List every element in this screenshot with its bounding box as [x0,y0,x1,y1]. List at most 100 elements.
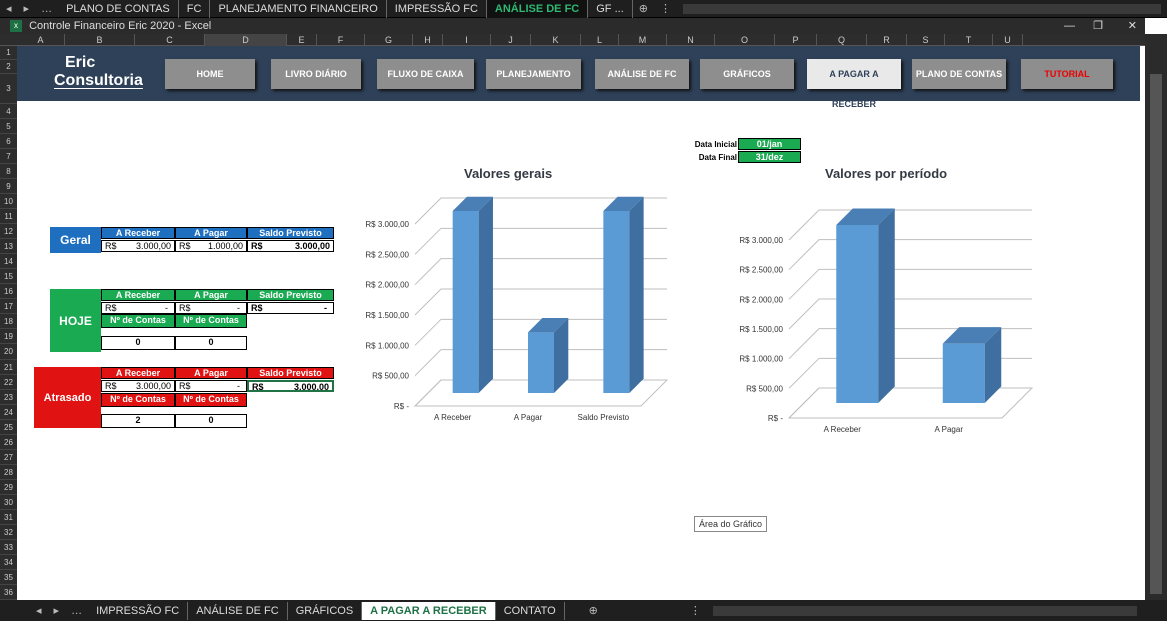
atrasado-saldo-cell-selected[interactable]: R$ 3.000,00 [247,380,334,392]
scroll-left-icon[interactable]: ◂ [30,604,48,617]
row-header-2[interactable]: 2 [0,60,17,74]
row-header-33[interactable]: 33 [0,540,17,555]
row-header-31[interactable]: 31 [0,510,17,525]
atrasado-contas-receber-value[interactable]: 2 [101,414,175,428]
row-header-10[interactable]: 10 [0,194,17,210]
geral-saldo-cell[interactable]: R$ 3.000,00 [247,240,334,252]
bar-saldo-previsto[interactable] [603,211,630,393]
column-header-K[interactable]: K [531,34,581,46]
column-header-S[interactable]: S [907,34,945,46]
nav-plano-de-contas-button[interactable]: PLANO DE CONTAS [912,59,1006,89]
tab-plano-de-contas[interactable]: PLANO DE CONTAS [58,0,179,18]
row-header-12[interactable]: 12 [0,224,17,240]
tab-impressao-fc[interactable]: IMPRESSÃO FC [387,0,487,18]
bar-a-receber[interactable] [452,211,479,393]
row-header-35[interactable]: 35 [0,570,17,585]
nav-analise-de-fc-button[interactable]: ANÁLISE DE FC [595,59,689,89]
restore-icon[interactable]: ❐ [1093,18,1103,34]
row-header-26[interactable]: 26 [0,435,17,450]
row-header-21[interactable]: 21 [0,360,17,375]
atrasado-a-pagar-cell[interactable]: R$ - [175,380,247,392]
row-header-29[interactable]: 29 [0,480,17,495]
row-header-27[interactable]: 27 [0,450,17,465]
row-header-5[interactable]: 5 [0,119,17,135]
hoje-contas-pagar-value[interactable]: 0 [175,336,247,350]
row-header-32[interactable]: 32 [0,525,17,540]
column-header-T[interactable]: T [945,34,993,46]
tab-planejamento-financeiro[interactable]: PLANEJAMENTO FINANCEIRO [210,0,387,18]
column-header-B[interactable]: B [65,34,135,46]
row-header-1[interactable]: 1 [0,46,17,60]
row-header-23[interactable]: 23 [0,390,17,405]
column-header-P[interactable]: P [775,34,817,46]
row-header-7[interactable]: 7 [0,149,17,165]
chart-valores-por-periodo[interactable]: R$ - R$ 500,00 R$ 1.000,00 R$ 1.500,00 R$ 2.… [707,206,1037,436]
close-icon[interactable]: ✕ [1128,18,1137,34]
row-header-8[interactable]: 8 [0,164,17,180]
nav-home-button[interactable]: HOME [165,59,255,89]
row-header-16[interactable]: 16 [0,284,17,300]
row-header-14[interactable]: 14 [0,254,17,270]
horizontal-scrollbar[interactable] [682,3,1161,14]
tab-fc[interactable]: FC [179,0,211,18]
tab-a-pagar-a-receber[interactable]: A PAGAR A RECEBER [362,601,496,620]
more-tabs-icon[interactable]: … [35,3,58,15]
row-header-18[interactable]: 18 [0,314,17,330]
row-header-22[interactable]: 22 [0,375,17,390]
column-header-F[interactable]: F [317,34,365,46]
nav-a-pagar-a-receber-button[interactable]: A PAGAR A RECEBER [807,59,901,109]
column-header-G[interactable]: G [365,34,413,46]
tab-graficos[interactable]: GRÁFICOS [288,601,363,620]
add-sheet-icon[interactable]: ⊕ [633,2,654,15]
column-header-C[interactable]: C [135,34,205,46]
scroll-thumb[interactable] [1150,74,1162,594]
row-header-13[interactable]: 13 [0,239,17,255]
column-header-R[interactable]: R [867,34,907,46]
column-header-A[interactable]: A [17,34,65,46]
geral-a-receber-cell[interactable]: R$ 3.000,00 [101,240,175,252]
vertical-scrollbar[interactable] [1145,34,1167,600]
tab-analise-de-fc[interactable]: ANÁLISE DE FC [188,601,288,620]
column-header-U[interactable]: U [993,34,1023,46]
nav-graficos-button[interactable]: GRÁFICOS [700,59,794,89]
hoje-contas-receber-value[interactable]: 0 [101,336,175,350]
row-header-25[interactable]: 25 [0,420,17,435]
more-tabs-icon[interactable]: … [65,605,88,617]
row-header-20[interactable]: 20 [0,344,17,360]
atrasado-contas-pagar-value[interactable]: 0 [175,414,247,428]
row-header-17[interactable]: 17 [0,299,17,315]
column-header-D[interactable]: D [205,34,287,46]
add-sheet-icon[interactable]: ⊕ [583,604,604,617]
scroll-right-icon[interactable]: ▸ [48,604,66,617]
column-header-J[interactable]: J [491,34,531,46]
column-header-O[interactable]: O [715,34,775,46]
row-header-6[interactable]: 6 [0,134,17,150]
geral-a-pagar-cell[interactable]: R$ 1.000,00 [175,240,247,252]
row-header-19[interactable]: 19 [0,329,17,345]
tab-contato[interactable]: CONTATO [496,601,565,620]
bar-a-receber[interactable] [836,225,879,403]
scroll-right-icon[interactable]: ▸ [18,2,36,15]
minimize-icon[interactable]: — [1064,18,1075,34]
data-inicial-value[interactable]: 01/jan [738,138,801,150]
column-header-Q[interactable]: Q [817,34,867,46]
column-header-I[interactable]: I [443,34,491,46]
row-header-15[interactable]: 15 [0,269,17,285]
row-header-30[interactable]: 30 [0,495,17,510]
nav-tutorial-button[interactable]: TUTORIAL [1021,59,1113,89]
row-header-11[interactable]: 11 [0,209,17,225]
data-final-value[interactable]: 31/dez [738,151,801,163]
row-header-4[interactable]: 4 [0,104,17,120]
bar-a-pagar[interactable] [942,343,985,403]
chart-valores-gerais[interactable]: R$ - R$ 500,00 R$ 1.000,00 R$ 1.500,00 R$ 2.… [357,196,677,436]
options-icon[interactable]: ⋮ [654,2,677,15]
nav-fluxo-de-caixa-button[interactable]: FLUXO DE CAIXA [377,59,474,89]
hoje-a-receber-cell[interactable]: R$ - [101,302,175,314]
row-header-34[interactable]: 34 [0,555,17,570]
row-header-24[interactable]: 24 [0,405,17,420]
row-header-28[interactable]: 28 [0,465,17,480]
nav-planejamento-button[interactable]: PLANEJAMENTO [486,59,581,89]
bar-a-pagar[interactable] [528,332,554,393]
column-header-M[interactable]: M [619,34,667,46]
tab-analise-de-fc[interactable]: ANÁLISE DE FC [486,0,589,18]
